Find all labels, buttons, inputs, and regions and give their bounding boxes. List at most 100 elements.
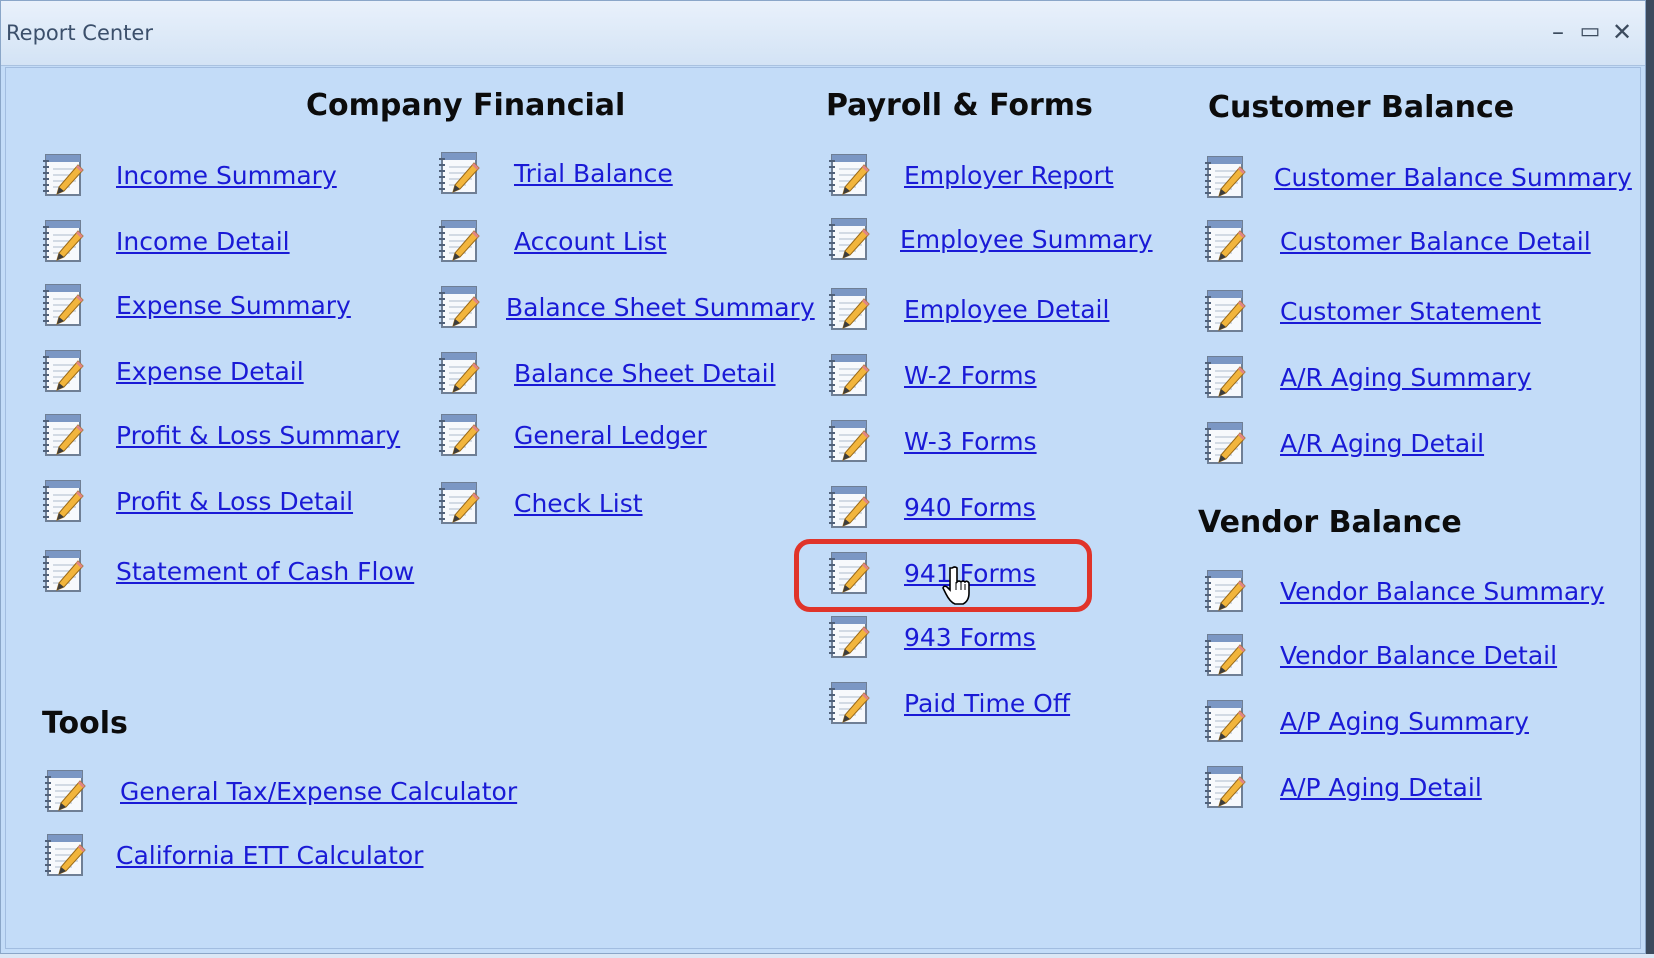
report-link[interactable]: Paid Time Off xyxy=(904,689,1070,718)
report-profit-loss-detail[interactable]: Profit & Loss Detail xyxy=(40,476,353,526)
report-ar-aging-detail[interactable]: A/R Aging Detail xyxy=(1202,418,1484,468)
report-ar-aging-summary[interactable]: A/R Aging Summary xyxy=(1202,352,1531,402)
report-expense-detail[interactable]: Expense Detail xyxy=(40,346,304,396)
report-w3-forms[interactable]: W-3 Forms xyxy=(826,416,1037,466)
report-icon xyxy=(1202,631,1248,679)
report-link[interactable]: Profit & Loss Detail xyxy=(116,487,353,516)
report-profit-loss-summary[interactable]: Profit & Loss Summary xyxy=(40,410,400,460)
report-link[interactable]: Employee Detail xyxy=(904,295,1109,324)
report-link[interactable]: Customer Balance Summary xyxy=(1274,163,1632,192)
report-vendor-balance-detail[interactable]: Vendor Balance Detail xyxy=(1202,630,1557,680)
window-title: Report Center xyxy=(6,21,153,45)
report-link[interactable]: A/R Aging Detail xyxy=(1280,429,1484,458)
report-link[interactable]: Statement of Cash Flow xyxy=(116,557,414,586)
report-941-forms[interactable]: 941 Forms xyxy=(826,548,1036,598)
report-customer-balance-detail[interactable]: Customer Balance Detail xyxy=(1202,216,1591,266)
report-link[interactable]: Check List xyxy=(514,489,643,518)
report-link[interactable]: W-2 Forms xyxy=(904,361,1037,390)
report-icon xyxy=(40,217,86,265)
report-ap-aging-summary[interactable]: A/P Aging Summary xyxy=(1202,696,1529,746)
report-statement-cash-flow[interactable]: Statement of Cash Flow xyxy=(40,546,414,596)
report-link[interactable]: Account List xyxy=(514,227,667,256)
report-customer-statement[interactable]: Customer Statement xyxy=(1202,286,1541,336)
report-link[interactable]: Income Detail xyxy=(116,227,290,256)
heading-vendor-balance: Vendor Balance xyxy=(1198,505,1462,540)
report-icon xyxy=(1202,697,1248,745)
report-icon xyxy=(1202,353,1248,401)
report-link[interactable]: Balance Sheet Summary xyxy=(506,293,815,322)
report-link[interactable]: Employee Summary xyxy=(900,225,1153,254)
report-link[interactable]: Income Summary xyxy=(116,161,337,190)
report-link[interactable]: Vendor Balance Summary xyxy=(1280,577,1604,606)
report-icon xyxy=(1202,287,1248,335)
report-w2-forms[interactable]: W-2 Forms xyxy=(826,350,1037,400)
report-icon xyxy=(826,679,872,727)
report-icon xyxy=(436,149,482,197)
report-expense-summary[interactable]: Expense Summary xyxy=(40,280,351,330)
report-link[interactable]: W-3 Forms xyxy=(904,427,1037,456)
report-trial-balance[interactable]: Trial Balance xyxy=(436,148,673,198)
report-income-detail[interactable]: Income Detail xyxy=(40,216,290,266)
heading-tools: Tools xyxy=(42,706,128,741)
report-account-list[interactable]: Account List xyxy=(436,216,667,266)
report-income-summary[interactable]: Income Summary xyxy=(40,150,337,200)
report-link[interactable]: A/P Aging Detail xyxy=(1280,773,1482,802)
tool-california-ett-calculator[interactable]: California ETT Calculator xyxy=(42,830,423,880)
report-link[interactable]: Trial Balance xyxy=(514,159,673,188)
report-940-forms[interactable]: 940 Forms xyxy=(826,482,1036,532)
report-icon xyxy=(40,547,86,595)
report-link[interactable]: Customer Balance Detail xyxy=(1280,227,1591,256)
report-icon xyxy=(1202,567,1248,615)
report-employer-report[interactable]: Employer Report xyxy=(826,150,1114,200)
maximize-button[interactable]: ▭ xyxy=(1575,17,1605,47)
report-link[interactable]: Customer Statement xyxy=(1280,297,1541,326)
report-link[interactable]: Employer Report xyxy=(904,161,1114,190)
report-icon xyxy=(826,351,872,399)
report-link[interactable]: Vendor Balance Detail xyxy=(1280,641,1557,670)
report-icon xyxy=(436,217,482,265)
window-edge xyxy=(1646,0,1654,954)
report-employee-detail[interactable]: Employee Detail xyxy=(826,284,1109,334)
report-check-list[interactable]: Check List xyxy=(436,478,643,528)
heading-company-financial: Company Financial xyxy=(306,88,626,123)
hand-pointer-icon xyxy=(942,566,970,605)
report-ap-aging-detail[interactable]: A/P Aging Detail xyxy=(1202,762,1482,812)
report-customer-balance-summary[interactable]: Customer Balance Summary xyxy=(1202,152,1632,202)
report-general-ledger[interactable]: General Ledger xyxy=(436,410,707,460)
report-link[interactable]: Balance Sheet Detail xyxy=(514,359,776,388)
report-icon xyxy=(40,347,86,395)
report-balance-sheet-summary[interactable]: Balance Sheet Summary xyxy=(436,282,815,332)
report-employee-summary[interactable]: Employee Summary xyxy=(826,214,1153,264)
report-icon xyxy=(1202,217,1248,265)
heading-payroll-forms: Payroll & Forms xyxy=(826,88,1093,123)
report-943-forms[interactable]: 943 Forms xyxy=(826,612,1036,662)
report-balance-sheet-detail[interactable]: Balance Sheet Detail xyxy=(436,348,776,398)
report-icon xyxy=(826,285,872,333)
tool-general-tax-calculator[interactable]: General Tax/Expense Calculator xyxy=(42,766,517,816)
report-link[interactable]: Expense Detail xyxy=(116,357,304,386)
report-link[interactable]: General Tax/Expense Calculator xyxy=(120,777,517,806)
report-icon xyxy=(436,411,482,459)
report-link[interactable]: Profit & Loss Summary xyxy=(116,421,400,450)
report-icon xyxy=(42,767,88,815)
report-icon xyxy=(826,483,872,531)
report-link[interactable]: Expense Summary xyxy=(116,291,351,320)
report-link[interactable]: A/P Aging Summary xyxy=(1280,707,1529,736)
report-link[interactable]: 940 Forms xyxy=(904,493,1036,522)
minimize-button[interactable]: – xyxy=(1543,17,1573,47)
report-icon xyxy=(40,477,86,525)
report-vendor-balance-summary[interactable]: Vendor Balance Summary xyxy=(1202,566,1604,616)
report-link[interactable]: 943 Forms xyxy=(904,623,1036,652)
report-paid-time-off[interactable]: Paid Time Off xyxy=(826,678,1070,728)
report-icon xyxy=(40,411,86,459)
report-icon xyxy=(826,549,872,597)
report-link[interactable]: General Ledger xyxy=(514,421,707,450)
report-icon xyxy=(1202,153,1248,201)
report-icon xyxy=(1202,763,1248,811)
report-link[interactable]: California ETT Calculator xyxy=(116,841,423,870)
report-icon xyxy=(40,151,86,199)
title-bar[interactable]: Report Center – ▭ ✕ xyxy=(1,1,1645,66)
close-button[interactable]: ✕ xyxy=(1607,17,1637,47)
heading-customer-balance: Customer Balance xyxy=(1208,90,1515,125)
report-link[interactable]: A/R Aging Summary xyxy=(1280,363,1531,392)
